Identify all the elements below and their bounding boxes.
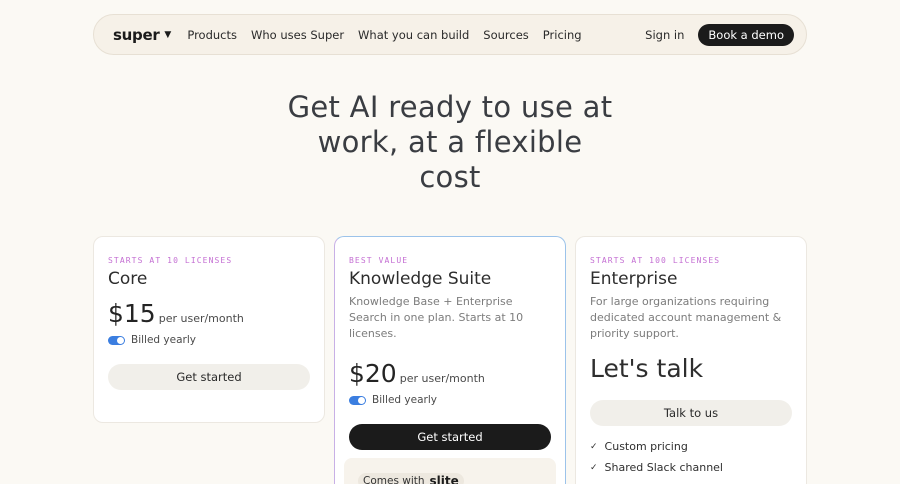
plan-eyebrow: BEST VALUE	[349, 256, 409, 265]
logo[interactable]: super ▼	[113, 26, 171, 44]
top-nav: super ▼ Products Who uses Super What you…	[93, 14, 807, 55]
feature-text: Shared Slack channel	[604, 461, 723, 474]
page-title: Get AI ready to use at work, at a flexib…	[0, 90, 900, 195]
plan-card-enterprise: STARTS AT 100 LICENSES Enterprise For la…	[575, 236, 807, 484]
price-row: $20 per user/month	[349, 359, 551, 388]
plan-price: $15	[108, 299, 156, 328]
nav-link-products[interactable]: Products	[187, 28, 237, 42]
plan-card-knowledge-suite: BEST VALUE Knowledge Suite Knowledge Bas…	[334, 236, 566, 484]
plan-eyebrow: STARTS AT 100 LICENSES	[590, 256, 721, 265]
billing-toggle[interactable]	[108, 335, 125, 345]
hero-line-1: Get AI ready to use at	[287, 90, 613, 124]
talk-to-us-button[interactable]: Talk to us	[590, 400, 792, 426]
comes-with-box: Comes with slite	[344, 458, 556, 484]
billing-toggle-row: Billed yearly	[349, 394, 551, 406]
plan-price-text: Let's talk	[590, 354, 704, 383]
hero-line-2: work, at a flexible	[317, 125, 583, 159]
plan-eyebrow: STARTS AT 10 LICENSES	[108, 256, 233, 265]
nav-link-who-uses[interactable]: Who uses Super	[251, 28, 344, 42]
nav-links: Products Who uses Super What you can bui…	[187, 28, 581, 42]
nav-link-pricing[interactable]: Pricing	[543, 28, 582, 42]
slite-logo: slite	[429, 474, 459, 484]
plan-name: Core	[108, 269, 148, 289]
price-unit: per user/month	[399, 372, 485, 385]
check-icon: ✓	[590, 441, 598, 452]
plan-name: Enterprise	[590, 269, 678, 289]
plan-price: $20	[349, 359, 397, 388]
plan-description: Knowledge Base + Enterprise Search in on…	[349, 295, 524, 340]
feature-item: ✓ Shared Slack channel	[590, 457, 792, 478]
check-icon: ✓	[590, 462, 598, 473]
plan-name: Knowledge Suite	[349, 269, 492, 289]
price-unit: per user/month	[158, 312, 244, 325]
logo-text: super	[113, 25, 160, 44]
nav-link-what-you-can-build[interactable]: What you can build	[358, 28, 469, 42]
billing-label: Billed yearly	[372, 394, 437, 406]
book-demo-button[interactable]: Book a demo	[698, 23, 794, 46]
billing-label: Billed yearly	[131, 334, 196, 346]
feature-item: ✓ Custom pricing	[590, 436, 792, 457]
chevron-down-icon[interactable]: ▼	[164, 30, 171, 40]
nav-actions: Sign in Book a demo	[645, 23, 794, 46]
comes-with-badge: Comes with slite	[358, 473, 464, 484]
get-started-button[interactable]: Get started	[108, 364, 310, 390]
plan-description: For large organizations requiring dedica…	[590, 295, 782, 340]
hero-line-3: cost	[419, 160, 481, 194]
feature-text: Custom pricing	[604, 440, 688, 453]
nav-link-sources[interactable]: Sources	[483, 28, 529, 42]
get-started-button[interactable]: Get started	[349, 424, 551, 450]
billing-toggle-row: Billed yearly	[108, 334, 310, 346]
billing-toggle[interactable]	[349, 395, 366, 405]
comes-with-label: Comes with	[363, 475, 425, 484]
price-row: $15 per user/month	[108, 299, 310, 328]
sign-in-link[interactable]: Sign in	[645, 28, 684, 42]
feature-list: ✓ Custom pricing ✓ Shared Slack channel	[590, 436, 792, 478]
plan-card-core: STARTS AT 10 LICENSES Core $15 per user/…	[93, 236, 325, 423]
